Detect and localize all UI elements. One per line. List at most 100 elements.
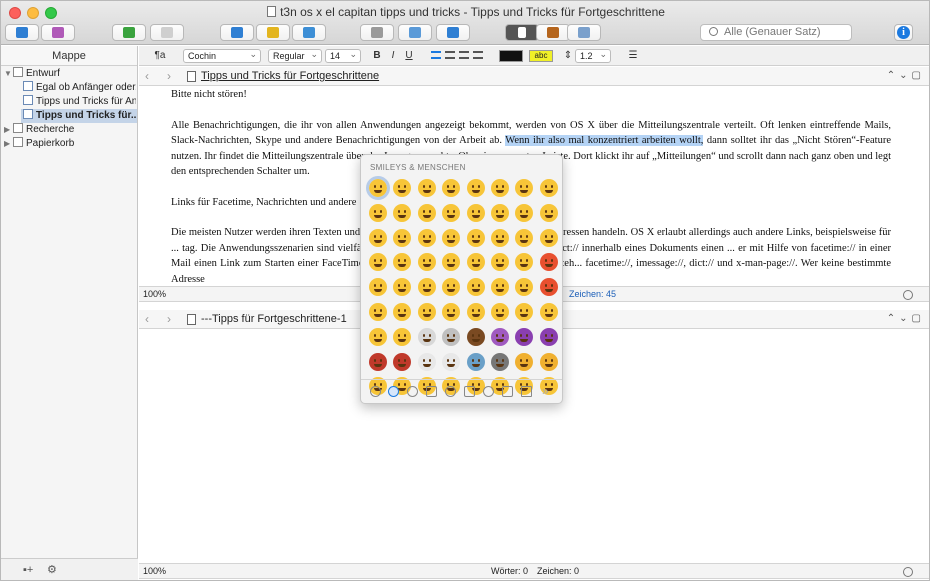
back-arrow-icon[interactable]: ‹ bbox=[145, 67, 149, 85]
paragraph-style-button[interactable]: ¶a bbox=[147, 49, 173, 63]
inspector-button[interactable] bbox=[41, 24, 75, 41]
emoji-button[interactable] bbox=[442, 352, 461, 371]
emoji-button[interactable] bbox=[539, 303, 558, 321]
forward-arrow-icon[interactable]: › bbox=[167, 67, 171, 85]
font-size-select[interactable]: 14 bbox=[325, 48, 361, 63]
emoji-button[interactable] bbox=[515, 253, 534, 272]
emoji-button[interactable] bbox=[442, 303, 461, 321]
emoji-button[interactable] bbox=[539, 179, 558, 197]
align-left-icon[interactable] bbox=[431, 51, 441, 59]
gear-icon[interactable]: ⚙ bbox=[47, 563, 57, 576]
zoom-select[interactable]: 100% bbox=[143, 564, 166, 579]
emoji-button[interactable] bbox=[393, 303, 412, 321]
snapshot-button[interactable] bbox=[360, 24, 394, 41]
emoji-button[interactable] bbox=[417, 303, 436, 321]
font-family-select[interactable]: Cochin bbox=[183, 48, 261, 63]
emoji-button[interactable] bbox=[442, 228, 461, 247]
emoji-button[interactable] bbox=[393, 228, 412, 247]
more-categories-button[interactable]: » bbox=[542, 384, 549, 398]
emoji-button[interactable] bbox=[417, 278, 436, 297]
emoji-button[interactable] bbox=[417, 253, 436, 272]
emoji-button[interactable] bbox=[369, 303, 387, 321]
emoji-button[interactable] bbox=[515, 203, 534, 222]
align-center-icon[interactable] bbox=[445, 51, 455, 59]
emoji-button[interactable] bbox=[369, 327, 387, 346]
bold-button[interactable]: B bbox=[371, 49, 383, 63]
emoji-button[interactable] bbox=[491, 303, 509, 321]
animals-category-icon[interactable] bbox=[407, 386, 418, 397]
emoji-button[interactable] bbox=[515, 303, 534, 321]
emoji-button[interactable] bbox=[466, 278, 485, 297]
view-outline-button[interactable] bbox=[567, 24, 601, 41]
back-arrow-icon[interactable]: ‹ bbox=[145, 310, 149, 328]
emoji-button[interactable] bbox=[417, 228, 436, 247]
emoji-button[interactable] bbox=[417, 327, 436, 346]
emoji-button[interactable] bbox=[539, 253, 558, 272]
emoji-button[interactable] bbox=[515, 327, 534, 346]
emoji-button[interactable] bbox=[366, 176, 390, 200]
document-title[interactable]: ---Tipps für Fortgeschrittene-1 bbox=[201, 310, 347, 328]
emoji-button[interactable] bbox=[491, 179, 509, 197]
recent-category-icon[interactable] bbox=[370, 386, 381, 397]
symbols-category-icon[interactable] bbox=[502, 386, 513, 397]
disclosure-closed-icon[interactable]: ▶ bbox=[4, 137, 13, 151]
emoji-button[interactable] bbox=[393, 179, 412, 197]
binder-item-research[interactable]: ▶ Recherche bbox=[4, 123, 136, 137]
emoji-button[interactable] bbox=[466, 303, 485, 321]
header-controls[interactable]: ⌃⌄▢ bbox=[887, 310, 925, 328]
search-field[interactable]: Alle (Genauer Satz) bbox=[700, 24, 852, 41]
emoji-button[interactable] bbox=[393, 253, 412, 272]
add-button[interactable] bbox=[112, 24, 146, 41]
emoji-button[interactable] bbox=[393, 278, 412, 297]
emoji-button[interactable] bbox=[466, 203, 485, 222]
emoji-button[interactable] bbox=[539, 352, 558, 371]
emoji-button[interactable] bbox=[539, 203, 558, 222]
emoji-button[interactable] bbox=[491, 203, 509, 222]
emoji-button[interactable] bbox=[466, 253, 485, 272]
text-color-swatch[interactable] bbox=[499, 50, 523, 62]
emoji-button[interactable] bbox=[539, 228, 558, 247]
flags-category-icon[interactable] bbox=[521, 386, 532, 397]
binder-item-selected[interactable]: Tipps und Tricks für... bbox=[21, 109, 137, 123]
underline-button[interactable]: U bbox=[403, 49, 415, 63]
emoji-button[interactable] bbox=[369, 278, 387, 297]
emoji-button[interactable] bbox=[417, 203, 436, 222]
target-icon[interactable] bbox=[903, 290, 913, 300]
objects-category-icon[interactable] bbox=[483, 386, 494, 397]
sports-category-icon[interactable] bbox=[445, 386, 456, 397]
emoji-button[interactable] bbox=[369, 203, 387, 222]
layout-button[interactable] bbox=[398, 24, 432, 41]
info-button[interactable]: i bbox=[894, 24, 913, 41]
emoji-button[interactable] bbox=[466, 352, 485, 371]
binder-item-doc[interactable]: Tipps und Tricks für An... bbox=[23, 95, 136, 109]
binder-item-draft[interactable]: ▼ Entwurf bbox=[4, 67, 136, 81]
align-right-icon[interactable] bbox=[459, 51, 469, 59]
emoji-button[interactable] bbox=[515, 179, 534, 197]
emoji-button[interactable] bbox=[417, 352, 436, 371]
emoji-button[interactable] bbox=[466, 179, 485, 197]
view-corkboard-button[interactable] bbox=[536, 24, 570, 41]
food-category-icon[interactable] bbox=[426, 386, 437, 397]
emoji-button[interactable] bbox=[491, 228, 509, 247]
binder-item-trash[interactable]: ▶ Papierkorb bbox=[4, 137, 136, 151]
emoji-button[interactable] bbox=[539, 327, 558, 346]
emoji-button[interactable] bbox=[417, 179, 436, 197]
align-justify-icon[interactable] bbox=[473, 51, 483, 59]
font-weight-select[interactable]: Regular bbox=[268, 48, 322, 63]
highlight-color-swatch[interactable]: abc bbox=[529, 50, 553, 62]
emoji-button[interactable] bbox=[466, 327, 485, 346]
emoji-button[interactable] bbox=[369, 352, 387, 371]
emoji-button[interactable] bbox=[442, 278, 461, 297]
emoji-button[interactable] bbox=[393, 327, 412, 346]
emoji-button[interactable] bbox=[442, 179, 461, 197]
emoji-button[interactable] bbox=[369, 253, 387, 272]
emoji-button[interactable] bbox=[442, 327, 461, 346]
group-button[interactable] bbox=[220, 24, 254, 41]
travel-category-icon[interactable] bbox=[464, 386, 475, 397]
emoji-button[interactable] bbox=[539, 278, 558, 297]
emoji-button[interactable] bbox=[393, 352, 412, 371]
target-icon[interactable] bbox=[903, 567, 913, 577]
forward-arrow-icon[interactable]: › bbox=[167, 310, 171, 328]
disclosure-closed-icon[interactable]: ▶ bbox=[4, 123, 13, 137]
add-folder-icon[interactable]: ▪+ bbox=[23, 564, 33, 576]
